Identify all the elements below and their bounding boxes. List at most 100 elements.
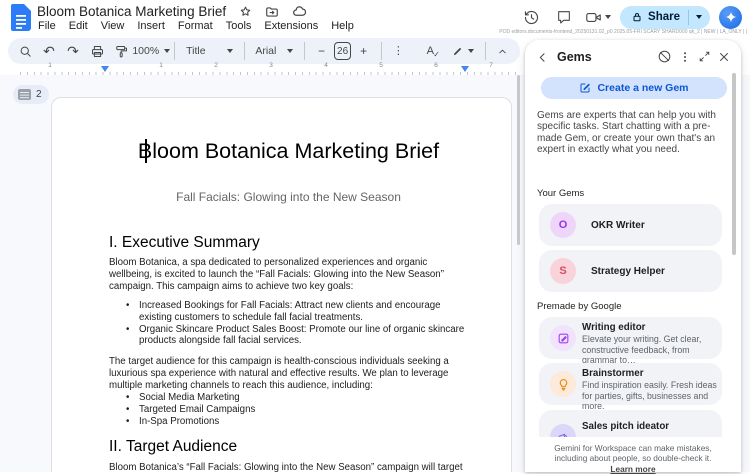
google-docs-logo[interactable] xyxy=(11,4,31,31)
comments-button[interactable] xyxy=(552,5,576,29)
learn-more-link[interactable]: Learn more xyxy=(610,464,655,474)
toolbar-divider xyxy=(304,42,305,60)
print-button[interactable] xyxy=(86,40,108,62)
back-button[interactable] xyxy=(535,50,550,65)
build-debug-text: POD editors.documents-frontend_20250131.… xyxy=(499,29,747,35)
ruler-number: 1 xyxy=(48,62,52,69)
left-indent-marker[interactable] xyxy=(101,66,109,72)
sales-pitch-icon xyxy=(550,424,576,437)
text-cursor xyxy=(145,139,147,163)
expand-icon[interactable] xyxy=(698,50,711,63)
doc-paragraph[interactable]: Bloom Botanica’s “Fall Facials: Glowing … xyxy=(109,462,468,472)
font-select[interactable]: Arial xyxy=(250,40,298,62)
spell-check-button[interactable]: A✓ xyxy=(419,40,441,62)
version-history-button[interactable] xyxy=(519,5,543,29)
menu-insert[interactable]: Insert xyxy=(135,20,167,32)
gemini-button[interactable] xyxy=(719,6,742,29)
more-options-button[interactable]: ⋮ xyxy=(387,40,409,62)
panel-scrollbar[interactable] xyxy=(732,73,736,255)
doc-bullet-item[interactable]: Social Media Marketing xyxy=(109,392,468,404)
doc-paragraph[interactable]: The target audience for this campaign is… xyxy=(109,356,468,392)
search-menus-button[interactable] xyxy=(14,40,36,62)
document-content: Bloom Botanica Marketing Brief Fall Faci… xyxy=(109,138,468,472)
toolbar-divider xyxy=(244,42,245,60)
styles-select[interactable]: Title xyxy=(181,40,238,62)
gem-card-writing-editor[interactable]: Writing editor Elevate your writing. Get… xyxy=(539,317,722,359)
zoom-value: 100% xyxy=(132,45,159,57)
document-page[interactable]: Bloom Botanica Marketing Brief Fall Faci… xyxy=(51,97,512,472)
move-folder-icon[interactable] xyxy=(265,5,279,19)
writing-editor-icon xyxy=(550,325,576,351)
gemini-spark-icon xyxy=(724,10,738,24)
more-vert-icon[interactable] xyxy=(678,50,692,64)
right-indent-marker[interactable] xyxy=(461,66,469,72)
share-dropdown[interactable] xyxy=(688,10,710,25)
disclaimer-text: Gemini for Workspace can make mistakes, … xyxy=(554,443,712,463)
meet-caret-icon xyxy=(605,15,611,19)
doc-heading-title[interactable]: Bloom Botanica Marketing Brief xyxy=(109,138,468,165)
gems-panel-header: Gems xyxy=(525,47,741,69)
app-header: Bloom Botanica Marketing Brief File Edit… xyxy=(0,0,750,36)
toolbar-divider xyxy=(485,42,486,60)
cloud-saved-icon[interactable] xyxy=(292,4,307,19)
paint-format-button[interactable] xyxy=(110,40,132,62)
menu-format[interactable]: Format xyxy=(176,20,215,32)
menu-help[interactable]: Help xyxy=(329,20,356,32)
menu-tools[interactable]: Tools xyxy=(224,20,254,32)
gem-title: Writing editor xyxy=(582,322,720,333)
undo-button[interactable]: ↶ xyxy=(38,40,60,62)
show-tabs-outline-button[interactable]: 2 xyxy=(13,85,49,104)
brainstormer-icon xyxy=(550,371,576,397)
hide-menus-button[interactable] xyxy=(492,40,514,62)
font-size-input[interactable]: 26 xyxy=(334,42,350,60)
doc-bullet-item[interactable]: In-Spa Promotions xyxy=(109,416,468,428)
menu-edit[interactable]: Edit xyxy=(67,20,90,32)
redo-button[interactable]: ↷ xyxy=(62,40,84,62)
doc-heading-2[interactable]: II. Target Audience xyxy=(109,437,468,456)
close-icon[interactable] xyxy=(717,50,731,64)
toolbar: ↶ ↷ 100% Title Arial − 26 + ⋮ A✓ xyxy=(8,38,520,64)
gem-card-sales-pitch-ideator[interactable]: Sales pitch ideator xyxy=(539,416,722,437)
your-gems-label: Your Gems xyxy=(537,188,584,199)
pen-icon xyxy=(452,45,463,58)
editing-mode-select[interactable] xyxy=(447,40,479,62)
print-icon xyxy=(90,44,105,59)
editing-caret-icon xyxy=(468,49,474,53)
doc-heading-1[interactable]: I. Executive Summary xyxy=(109,233,468,252)
gem-card-brainstormer[interactable]: Brainstormer Find inspiration easily. Fr… xyxy=(539,363,722,405)
doc-paragraph[interactable]: Bloom Botanica, a spa dedicated to perso… xyxy=(109,257,468,293)
menu-view[interactable]: View xyxy=(99,20,127,32)
ruler-number: 5 xyxy=(379,62,383,69)
doc-subtitle[interactable]: Fall Facials: Glowing into the New Seaso… xyxy=(109,190,468,204)
decrease-font-size-button[interactable]: − xyxy=(310,40,332,62)
star-icon[interactable] xyxy=(239,5,252,18)
history-icon xyxy=(523,9,540,26)
increase-font-size-button[interactable]: + xyxy=(353,40,375,62)
share-button[interactable]: Share xyxy=(620,6,710,29)
redo-icon: ↷ xyxy=(67,44,79,58)
menu-extensions[interactable]: Extensions xyxy=(262,20,320,32)
document-scrollbar[interactable] xyxy=(517,75,520,245)
create-gem-icon xyxy=(579,82,591,94)
spellcheck-icon: A✓ xyxy=(427,45,434,57)
ruler[interactable]: 1 1 2 3 4 5 6 7 xyxy=(20,63,520,75)
doc-bullet-item[interactable]: Targeted Email Campaigns xyxy=(109,404,468,416)
doc-bullet-item[interactable]: Increased Bookings for Fall Facials: Att… xyxy=(109,300,468,324)
create-new-gem-button[interactable]: Create a new Gem xyxy=(541,77,727,99)
zoom-select[interactable]: 100% xyxy=(134,40,168,62)
gem-card-strategy-helper[interactable]: S Strategy Helper xyxy=(539,250,722,292)
premade-by-google-label: Premade by Google xyxy=(537,301,622,312)
gems-panel-footer: Gemini for Workspace can make mistakes, … xyxy=(525,437,741,472)
history-off-icon[interactable] xyxy=(657,49,672,64)
gems-side-panel: Gems Create a new Gem Gems are experts t… xyxy=(525,40,741,472)
ruler-number: 2 xyxy=(214,62,218,69)
menu-file[interactable]: File xyxy=(36,20,58,32)
outline-icon xyxy=(18,89,31,100)
gem-card-okr-writer[interactable]: O OKR Writer xyxy=(539,204,722,246)
meet-button[interactable] xyxy=(585,9,611,26)
font-caret-icon xyxy=(287,49,293,53)
doc-bullet-item[interactable]: Organic Skincare Product Sales Boost: Pr… xyxy=(109,324,468,348)
toolbar-divider xyxy=(174,42,175,60)
document-title[interactable]: Bloom Botanica Marketing Brief xyxy=(37,4,226,19)
toolbar-divider xyxy=(381,42,382,60)
